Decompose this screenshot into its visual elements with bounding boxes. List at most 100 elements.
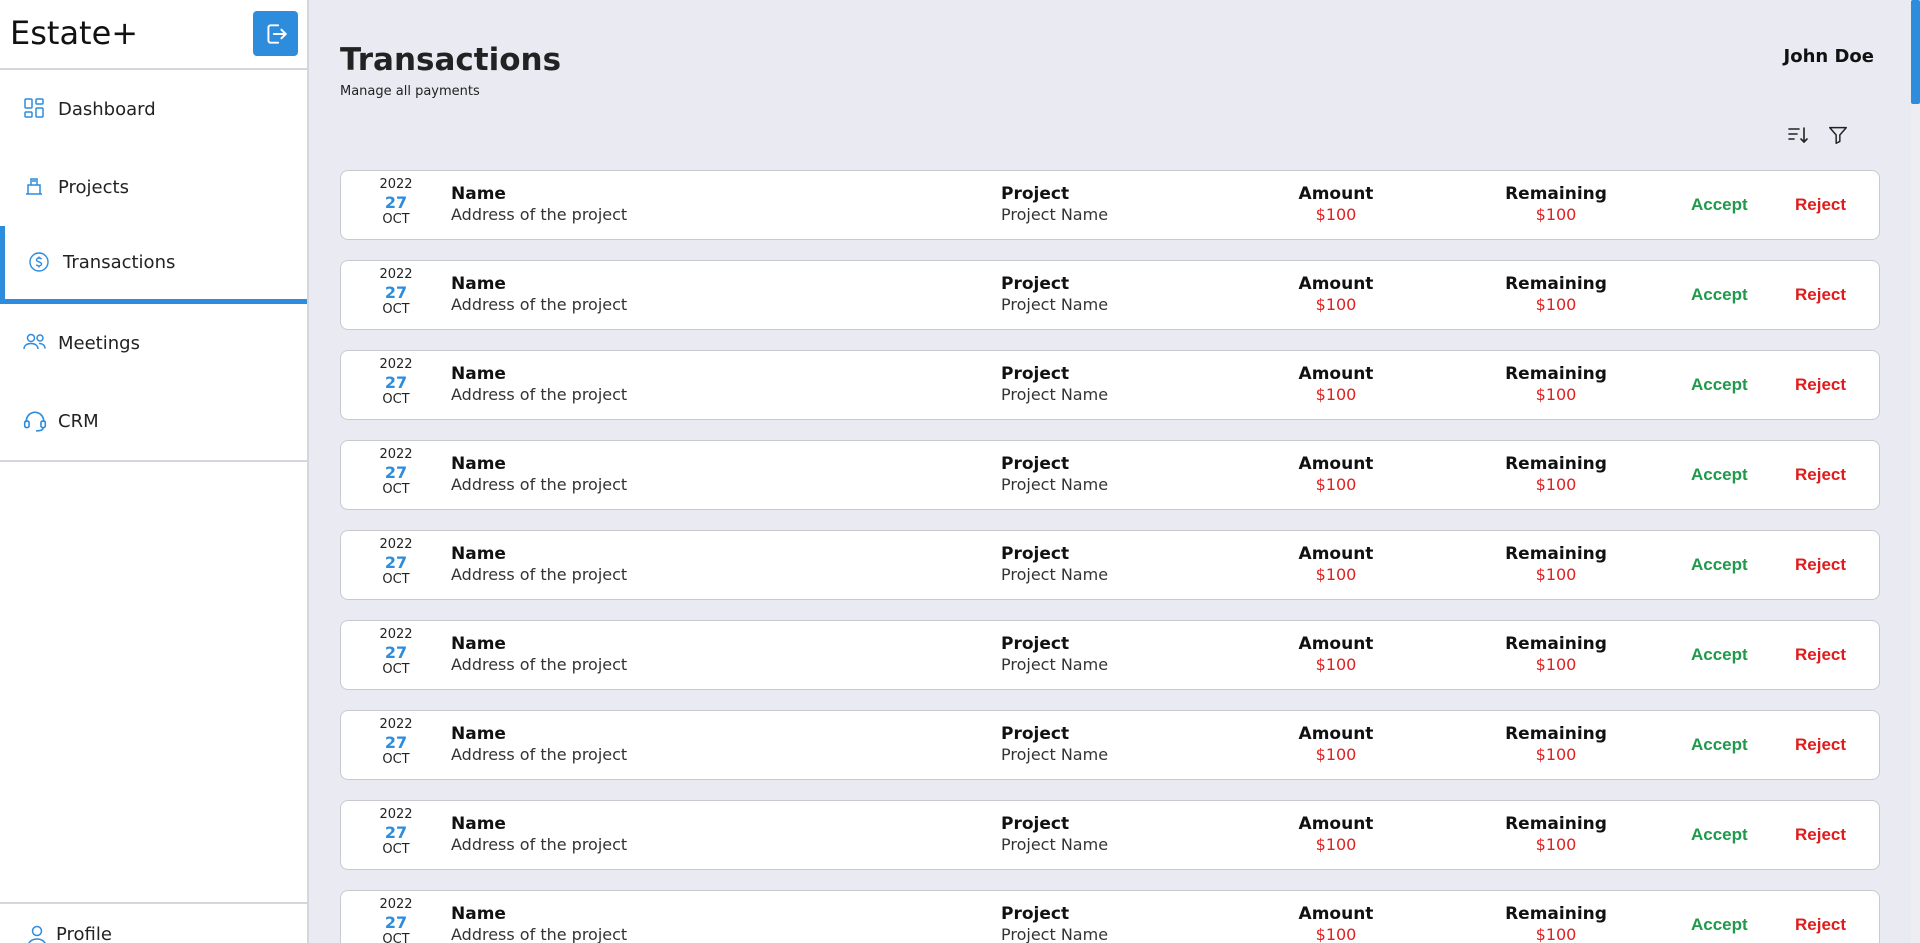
accept-button[interactable]: Accept — [1691, 825, 1748, 845]
date-month: OCT — [382, 751, 410, 767]
transaction-remaining: Remaining $100 — [1481, 904, 1631, 943]
reject-button[interactable]: Reject — [1795, 645, 1846, 665]
transaction-date: 2022 27 OCT — [341, 447, 451, 497]
transaction-name: Name Address of the project — [451, 364, 627, 405]
amount-heading: Amount — [1298, 274, 1374, 294]
project-heading: Project — [1001, 724, 1070, 744]
accept-button[interactable]: Accept — [1691, 375, 1748, 395]
project-name: Project Name — [1001, 655, 1109, 675]
reject-button[interactable]: Reject — [1795, 915, 1846, 935]
reject-button[interactable]: Reject — [1795, 375, 1846, 395]
accept-button[interactable]: Accept — [1691, 735, 1748, 755]
headset-icon — [22, 408, 48, 434]
remaining-value: $100 — [1535, 655, 1577, 675]
accept-button[interactable]: Accept — [1691, 915, 1748, 935]
remaining-value: $100 — [1535, 925, 1577, 943]
project-name: Project Name — [1001, 835, 1109, 855]
sidebar-item-profile[interactable]: Profile — [0, 902, 309, 943]
sidebar-item-crm[interactable]: CRM — [0, 382, 307, 460]
project-heading: Project — [1001, 184, 1070, 204]
remaining-value: $100 — [1535, 205, 1577, 225]
accept-button[interactable]: Accept — [1691, 285, 1748, 305]
transaction-row: 2022 27 OCT Name Address of the project Proje… — [340, 890, 1880, 943]
transaction-remaining: Remaining $100 — [1481, 724, 1631, 765]
transaction-row: 2022 27 OCT Name Address of the project Proje… — [340, 620, 1880, 690]
date-day: 27 — [384, 822, 408, 842]
transaction-name: Name Address of the project — [451, 904, 627, 943]
accept-button[interactable]: Accept — [1691, 465, 1748, 485]
transaction-project: Project Project Name — [1001, 904, 1108, 943]
date-day: 27 — [384, 552, 408, 572]
sort-icon[interactable] — [1785, 122, 1811, 148]
date-month: OCT — [382, 301, 410, 317]
scrollbar[interactable] — [1911, 0, 1920, 943]
sidebar-item-projects[interactable]: Projects — [0, 148, 307, 226]
name-label: Name — [451, 364, 506, 384]
sidebar-item-dashboard[interactable]: Dashboard — [0, 70, 307, 148]
transaction-amount: Amount $100 — [1261, 814, 1411, 855]
transaction-remaining: Remaining $100 — [1481, 634, 1631, 675]
project-heading: Project — [1001, 634, 1070, 654]
amount-heading: Amount — [1298, 904, 1374, 924]
remaining-heading: Remaining — [1505, 544, 1607, 564]
scrollbar-thumb[interactable] — [1911, 0, 1920, 104]
remaining-heading: Remaining — [1505, 184, 1607, 204]
sidebar-item-meetings[interactable]: Meetings — [0, 304, 307, 382]
transaction-project: Project Project Name — [1001, 724, 1108, 765]
transaction-row: 2022 27 OCT Name Address of the project Proje… — [340, 530, 1880, 600]
project-heading: Project — [1001, 454, 1070, 474]
amount-value: $100 — [1315, 385, 1357, 405]
amount-value: $100 — [1315, 205, 1357, 225]
remaining-value: $100 — [1535, 835, 1577, 855]
date-month: OCT — [382, 931, 410, 943]
date-month: OCT — [382, 211, 410, 227]
transaction-remaining: Remaining $100 — [1481, 454, 1631, 495]
accept-button[interactable]: Accept — [1691, 195, 1748, 215]
project-name: Project Name — [1001, 205, 1109, 225]
date-year: 2022 — [379, 627, 413, 642]
transaction-name: Name Address of the project — [451, 724, 627, 765]
logout-button[interactable] — [253, 11, 298, 56]
project-address: Address of the project — [451, 925, 628, 943]
project-name: Project Name — [1001, 385, 1109, 405]
reject-button[interactable]: Reject — [1795, 555, 1846, 575]
date-day: 27 — [384, 372, 408, 392]
filter-icon[interactable] — [1825, 122, 1851, 148]
transaction-name: Name Address of the project — [451, 814, 627, 855]
date-day: 27 — [384, 192, 408, 212]
accept-button[interactable]: Accept — [1691, 645, 1748, 665]
project-name: Project Name — [1001, 295, 1109, 315]
reject-button[interactable]: Reject — [1795, 735, 1846, 755]
date-day: 27 — [384, 642, 408, 662]
amount-heading: Amount — [1298, 814, 1374, 834]
remaining-value: $100 — [1535, 385, 1577, 405]
accept-button[interactable]: Accept — [1691, 555, 1748, 575]
date-day: 27 — [384, 462, 408, 482]
remaining-heading: Remaining — [1505, 724, 1607, 744]
sidebar-item-transactions[interactable]: Transactions — [0, 226, 307, 304]
transaction-date: 2022 27 OCT — [341, 357, 451, 407]
date-year: 2022 — [379, 267, 413, 282]
project-address: Address of the project — [451, 835, 628, 855]
page-subtitle: Manage all payments — [340, 84, 480, 99]
amount-heading: Amount — [1298, 184, 1374, 204]
reject-button[interactable]: Reject — [1795, 285, 1846, 305]
sidebar-item-label: Transactions — [63, 252, 176, 273]
project-address: Address of the project — [451, 745, 628, 765]
project-name: Project Name — [1001, 745, 1109, 765]
amount-value: $100 — [1315, 745, 1357, 765]
dollar-circle-icon — [27, 250, 53, 276]
transaction-remaining: Remaining $100 — [1481, 274, 1631, 315]
reject-button[interactable]: Reject — [1795, 465, 1846, 485]
project-address: Address of the project — [451, 205, 628, 225]
amount-heading: Amount — [1298, 544, 1374, 564]
user-name[interactable]: John Doe — [1784, 46, 1874, 67]
transaction-amount: Amount $100 — [1261, 454, 1411, 495]
user-icon — [26, 924, 48, 943]
sidebar-nav: Dashboard Projects Transactions Meetings… — [0, 70, 307, 462]
reject-button[interactable]: Reject — [1795, 195, 1846, 215]
date-month: OCT — [382, 661, 410, 677]
transaction-date: 2022 27 OCT — [341, 177, 451, 227]
reject-button[interactable]: Reject — [1795, 825, 1846, 845]
amount-value: $100 — [1315, 295, 1357, 315]
